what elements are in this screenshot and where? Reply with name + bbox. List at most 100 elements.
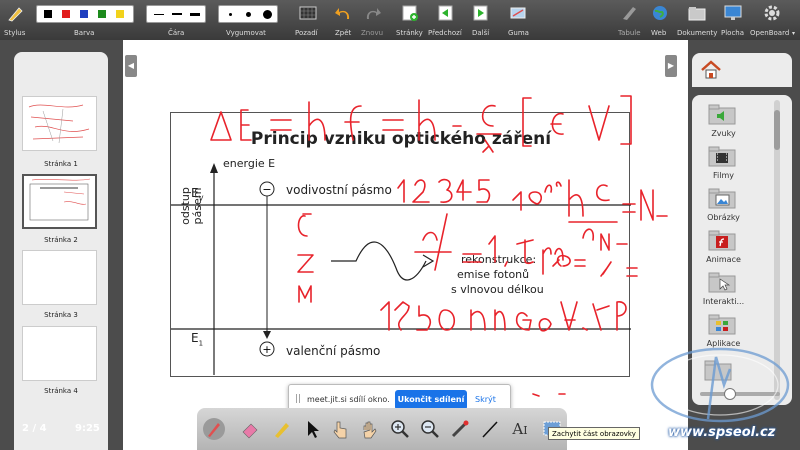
eraser-icon xyxy=(510,7,526,19)
laser-pointer-button[interactable] xyxy=(447,416,473,442)
ink-equals-5 xyxy=(626,267,638,277)
line-medium[interactable] xyxy=(172,13,182,15)
library-item-animations[interactable]: Animace xyxy=(696,227,751,271)
background-button[interactable]: Pozadí xyxy=(293,0,323,40)
line-thick[interactable] xyxy=(190,13,200,16)
line-width-picker[interactable]: Čára xyxy=(146,0,208,40)
eraser-size-picker[interactable]: Vygumovat xyxy=(218,0,280,40)
ink-equals-1 xyxy=(270,119,292,131)
hand-icon xyxy=(363,421,377,439)
ink-one-point-three xyxy=(488,235,534,267)
ink-times-ten xyxy=(512,191,543,211)
zoom-out-button[interactable] xyxy=(417,416,443,442)
page-thumb-1[interactable] xyxy=(22,96,97,151)
library-header xyxy=(692,53,792,87)
color-swatch-blue[interactable] xyxy=(80,10,88,18)
chevron-down-icon[interactable]: ▾ xyxy=(792,30,795,37)
watermark-text: www.spseol.cz xyxy=(668,425,776,440)
hand-tool-button[interactable] xyxy=(357,416,383,442)
ink-c-3 xyxy=(297,215,308,237)
redo-button[interactable]: Znovu xyxy=(360,0,384,40)
ink-a-3 xyxy=(560,301,578,331)
color-swatch-red[interactable] xyxy=(62,10,70,18)
eraser-size-options xyxy=(218,5,278,23)
ink-number xyxy=(397,178,491,203)
ink-equals-4 xyxy=(462,253,482,263)
next-page-button[interactable]: Další xyxy=(468,0,494,40)
pen-icon xyxy=(8,7,23,22)
web-mode-button[interactable]: Web xyxy=(648,0,672,40)
board-icon xyxy=(623,7,636,20)
ink-c-2 xyxy=(595,184,610,202)
stylus-button[interactable]: Stylus xyxy=(2,0,28,40)
text-icon: AI xyxy=(512,420,528,438)
page-thumb-4[interactable] xyxy=(22,326,97,381)
marker-tool-button[interactable] xyxy=(269,416,295,442)
line-tool-button[interactable] xyxy=(477,416,503,442)
stop-sharing-button[interactable]: Ukončit sdílení xyxy=(395,390,467,410)
marker-icon xyxy=(275,423,289,438)
selector-tool-button[interactable] xyxy=(299,416,325,442)
film-folder-icon xyxy=(708,146,736,167)
ink-a-2 xyxy=(538,318,552,332)
documents-mode-button[interactable]: Dokumenty xyxy=(677,0,717,40)
globe-icon xyxy=(653,6,667,20)
pages-panel: Stránka 1 Stránka 2 Stránka 3 Stránka 4 … xyxy=(0,40,123,450)
color-swatch-green[interactable] xyxy=(98,10,106,18)
grid-background-icon xyxy=(299,6,317,20)
collapse-right-icon[interactable]: ▶ xyxy=(665,55,677,77)
color-picker[interactable]: Barva xyxy=(36,0,136,40)
ink-h-1 xyxy=(308,101,326,141)
ink-z xyxy=(297,254,314,273)
color-swatches xyxy=(36,5,134,23)
drag-handle-icon[interactable]: || xyxy=(295,394,301,404)
pen-tool-button[interactable] xyxy=(201,416,227,442)
line-width-options xyxy=(146,5,206,23)
library-item-sounds[interactable]: Zvuky xyxy=(696,101,751,145)
line-thin[interactable] xyxy=(154,14,164,15)
stylus-palette: AI xyxy=(197,408,567,450)
color-swatch-black[interactable] xyxy=(44,10,52,18)
zoom-out-icon xyxy=(421,420,439,438)
redo-arrow-icon xyxy=(366,8,381,19)
folder-icon xyxy=(688,7,706,21)
ink-dashes xyxy=(532,393,566,397)
eraser-large[interactable] xyxy=(263,10,272,19)
pen-icon xyxy=(203,418,225,440)
ink-p xyxy=(616,301,627,331)
main-toolbar: Stylus Barva Čára Vygumovat Pozadí Zpět … xyxy=(0,0,800,40)
library-item-movies[interactable]: Filmy xyxy=(696,143,751,187)
home-icon[interactable] xyxy=(700,59,722,81)
openboard-menu-button[interactable]: OpenBoard xyxy=(750,0,794,40)
arrow-cursor-icon xyxy=(308,421,319,438)
undo-arrow-icon xyxy=(335,8,350,19)
library-scroll-thumb[interactable] xyxy=(774,110,780,150)
previous-page-button[interactable]: Předchozí xyxy=(428,0,464,40)
color-swatch-yellow[interactable] xyxy=(116,10,124,18)
text-tool-button[interactable]: AI xyxy=(507,416,533,442)
ink-lambda-3 xyxy=(600,261,612,277)
ink-m xyxy=(298,285,312,303)
eraser-tool-button[interactable]: Guma xyxy=(503,0,533,40)
ink-equals-3 xyxy=(622,203,636,213)
zoom-in-button[interactable] xyxy=(387,416,413,442)
eraser-medium[interactable] xyxy=(246,12,251,17)
ink-n xyxy=(640,189,668,221)
ink-lambda xyxy=(482,139,494,153)
play-tool-button[interactable] xyxy=(327,416,353,442)
desktop-mode-button[interactable]: Plocha xyxy=(720,0,746,40)
hide-link[interactable]: Skrýt xyxy=(475,395,496,404)
page-thumb-3[interactable] xyxy=(22,250,97,305)
eraser-tool-button[interactable] xyxy=(237,416,263,442)
library-item-interactive[interactable]: Interakti... xyxy=(696,269,751,313)
page-thumb-2[interactable] xyxy=(22,174,97,229)
clock: 9:25 xyxy=(75,423,100,434)
add-page-icon xyxy=(402,5,418,21)
eraser-small[interactable] xyxy=(229,13,232,16)
undo-button[interactable]: Zpět xyxy=(332,0,356,40)
pages-button[interactable]: Stránky xyxy=(396,0,424,40)
capture-tooltip: Zachytit část obrazovky xyxy=(548,427,640,440)
board-mode-button[interactable]: Tabule xyxy=(614,0,644,40)
collapse-left-icon[interactable]: ◀ xyxy=(125,55,137,77)
library-item-pictures[interactable]: Obrázky xyxy=(696,185,751,229)
